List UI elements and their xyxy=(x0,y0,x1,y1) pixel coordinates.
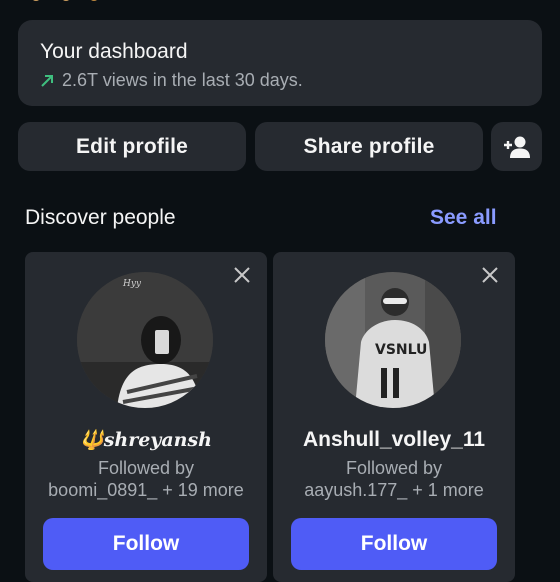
discover-people-title: Discover people xyxy=(25,206,176,229)
svg-text:VSNLU: VSNLU xyxy=(375,342,427,358)
follow-button[interactable]: Follow xyxy=(43,518,249,570)
mutual-followers: aayush.177_ + 1 more xyxy=(304,480,484,500)
suggestion-card[interactable]: VSNLU Anshull_volley_11 Followed by aayu… xyxy=(273,252,515,582)
followed-by-label: Followed by xyxy=(97,458,195,478)
profile-photo: VSNLU xyxy=(325,272,461,408)
profile-name[interactable]: 🔱shreyansh xyxy=(25,428,267,451)
mutual-followers: boomi_0891_ + 19 more xyxy=(48,480,244,500)
edit-profile-button[interactable]: Edit profile xyxy=(18,122,246,171)
dashboard-stats: 2.6T views in the last 30 days. xyxy=(40,70,303,91)
add-user-button[interactable] xyxy=(491,122,542,171)
share-profile-button[interactable]: Share profile xyxy=(255,122,483,171)
follow-button[interactable]: Follow xyxy=(291,518,497,570)
person-add-icon xyxy=(503,136,530,158)
close-icon[interactable] xyxy=(481,266,499,284)
trident-emoji: 🔱 xyxy=(80,429,104,451)
dashboard-card[interactable]: Your dashboard 2.6T views in the last 30… xyxy=(18,20,542,106)
close-icon[interactable] xyxy=(233,266,251,284)
profile-name[interactable]: Anshull_volley_11 xyxy=(273,428,515,452)
profile-photo: Hyy xyxy=(77,272,213,408)
svg-text:Hyy: Hyy xyxy=(122,279,142,289)
dashboard-subtitle: 2.6T views in the last 30 days. xyxy=(62,70,303,90)
avatar[interactable]: VSNLU xyxy=(325,272,461,408)
see-all-link[interactable]: See all xyxy=(430,206,497,230)
top-icons-partial xyxy=(33,0,97,1)
dashboard-title: Your dashboard xyxy=(40,40,188,63)
avatar[interactable]: Hyy xyxy=(77,272,213,408)
followed-by-label: Followed by xyxy=(345,458,443,478)
suggestion-card[interactable]: Hyy 🔱shreyansh Followed by boomi_0891_ +… xyxy=(25,252,267,582)
trending-up-icon xyxy=(41,74,53,87)
